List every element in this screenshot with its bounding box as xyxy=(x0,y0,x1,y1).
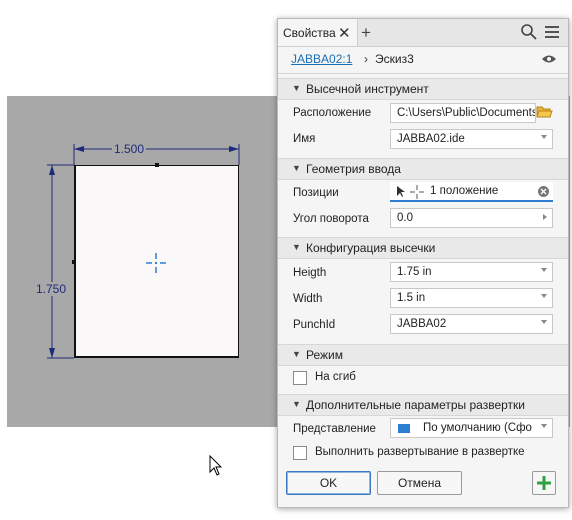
width-dimension[interactable]: 1.500 xyxy=(112,142,147,156)
add-tab-icon[interactable]: + xyxy=(361,23,371,43)
unfold-checkbox[interactable] xyxy=(293,446,307,460)
collapse-triangle-icon: ▼ xyxy=(292,163,301,173)
section-punch-config[interactable]: ▼ Конфигурация высечки xyxy=(278,237,568,259)
positions-selector[interactable]: 1 положение xyxy=(390,182,553,202)
height-label: Heigth xyxy=(293,267,327,279)
width-dropdown[interactable]: 1.5 in xyxy=(390,288,553,308)
select-arrow-icon xyxy=(397,186,405,197)
collapse-triangle-icon: ▼ xyxy=(292,83,301,93)
section-mode[interactable]: ▼ Режим xyxy=(278,344,568,366)
breadcrumb-link[interactable]: JABBA02:1 xyxy=(291,52,352,66)
height-dropdown[interactable]: 1.75 in xyxy=(390,262,553,282)
section-title: Высечной инструмент xyxy=(306,82,429,96)
chevron-down-icon xyxy=(541,320,547,324)
tab-properties-label: Свойства xyxy=(283,25,336,40)
point-icon xyxy=(410,185,424,199)
section-input-geometry[interactable]: ▼ Геометрия ввода xyxy=(278,158,568,180)
folder-icon[interactable] xyxy=(536,105,553,119)
close-icon[interactable]: ✕ xyxy=(338,24,351,42)
search-icon[interactable] xyxy=(520,23,538,41)
collapse-triangle-icon: ▼ xyxy=(292,242,301,252)
add-button[interactable] xyxy=(532,471,556,495)
chevron-down-icon xyxy=(541,294,547,298)
punchid-label: PunchId xyxy=(293,319,336,331)
representation-label: Представление xyxy=(293,423,376,435)
name-label: Имя xyxy=(293,133,316,145)
clear-icon[interactable] xyxy=(538,186,549,197)
panel-tabbar: Свойства ✕ + xyxy=(278,19,568,47)
section-punch-tool[interactable]: ▼ Высечной инструмент xyxy=(278,78,568,100)
height-dimension[interactable]: 1.750 xyxy=(34,282,69,296)
section-title: Дополнительные параметры развертки xyxy=(306,398,525,412)
chevron-down-icon xyxy=(541,135,547,139)
section-title: Режим xyxy=(306,348,343,362)
representation-icon xyxy=(398,424,410,433)
collapse-triangle-icon: ▼ xyxy=(292,349,301,359)
ok-button[interactable]: OK xyxy=(286,471,371,495)
panel-footer: OK Отмена xyxy=(278,467,568,507)
section-title: Геометрия ввода xyxy=(306,162,401,176)
breadcrumb-separator: › xyxy=(364,52,368,66)
unfold-label: Выполнить развертывание в развертке xyxy=(315,446,525,458)
breadcrumb-current: Эскиз3 xyxy=(375,52,414,66)
breadcrumb: JABBA02:1 › Эскиз3 xyxy=(278,47,568,74)
representation-dropdown[interactable]: По умолчанию (Сфо xyxy=(390,418,553,438)
location-label: Расположение xyxy=(293,107,372,119)
chevron-right-icon[interactable] xyxy=(543,214,547,220)
rotation-label: Угол поворота xyxy=(293,213,369,225)
fold-label: На сгиб xyxy=(315,371,356,383)
chevron-down-icon xyxy=(541,424,547,428)
eye-icon[interactable] xyxy=(541,53,557,65)
fold-checkbox[interactable] xyxy=(293,371,307,385)
positions-label: Позиции xyxy=(293,187,339,199)
collapse-triangle-icon: ▼ xyxy=(292,399,301,409)
section-advanced-unfold[interactable]: ▼ Дополнительные параметры развертки xyxy=(278,394,568,416)
center-point-icon xyxy=(146,253,166,273)
plus-icon xyxy=(537,476,551,490)
menu-icon[interactable] xyxy=(543,23,561,41)
properties-panel: Свойства ✕ + JABBA02:1 › Эскиз3 ▼ Высечн… xyxy=(277,18,569,508)
chevron-down-icon xyxy=(541,268,547,272)
section-title: Конфигурация высечки xyxy=(306,241,436,255)
rotation-input[interactable]: 0.0 xyxy=(390,208,553,228)
name-dropdown[interactable]: JABBA02.ide xyxy=(390,129,553,149)
mouse-cursor-icon xyxy=(209,455,223,476)
punchid-dropdown[interactable]: JABBA02 xyxy=(390,314,553,334)
width-label: Width xyxy=(293,293,323,305)
cancel-button[interactable]: Отмена xyxy=(377,471,462,495)
tab-properties[interactable]: Свойства ✕ xyxy=(278,19,358,46)
location-field[interactable]: C:\Users\Public\Documents\ xyxy=(390,103,536,123)
